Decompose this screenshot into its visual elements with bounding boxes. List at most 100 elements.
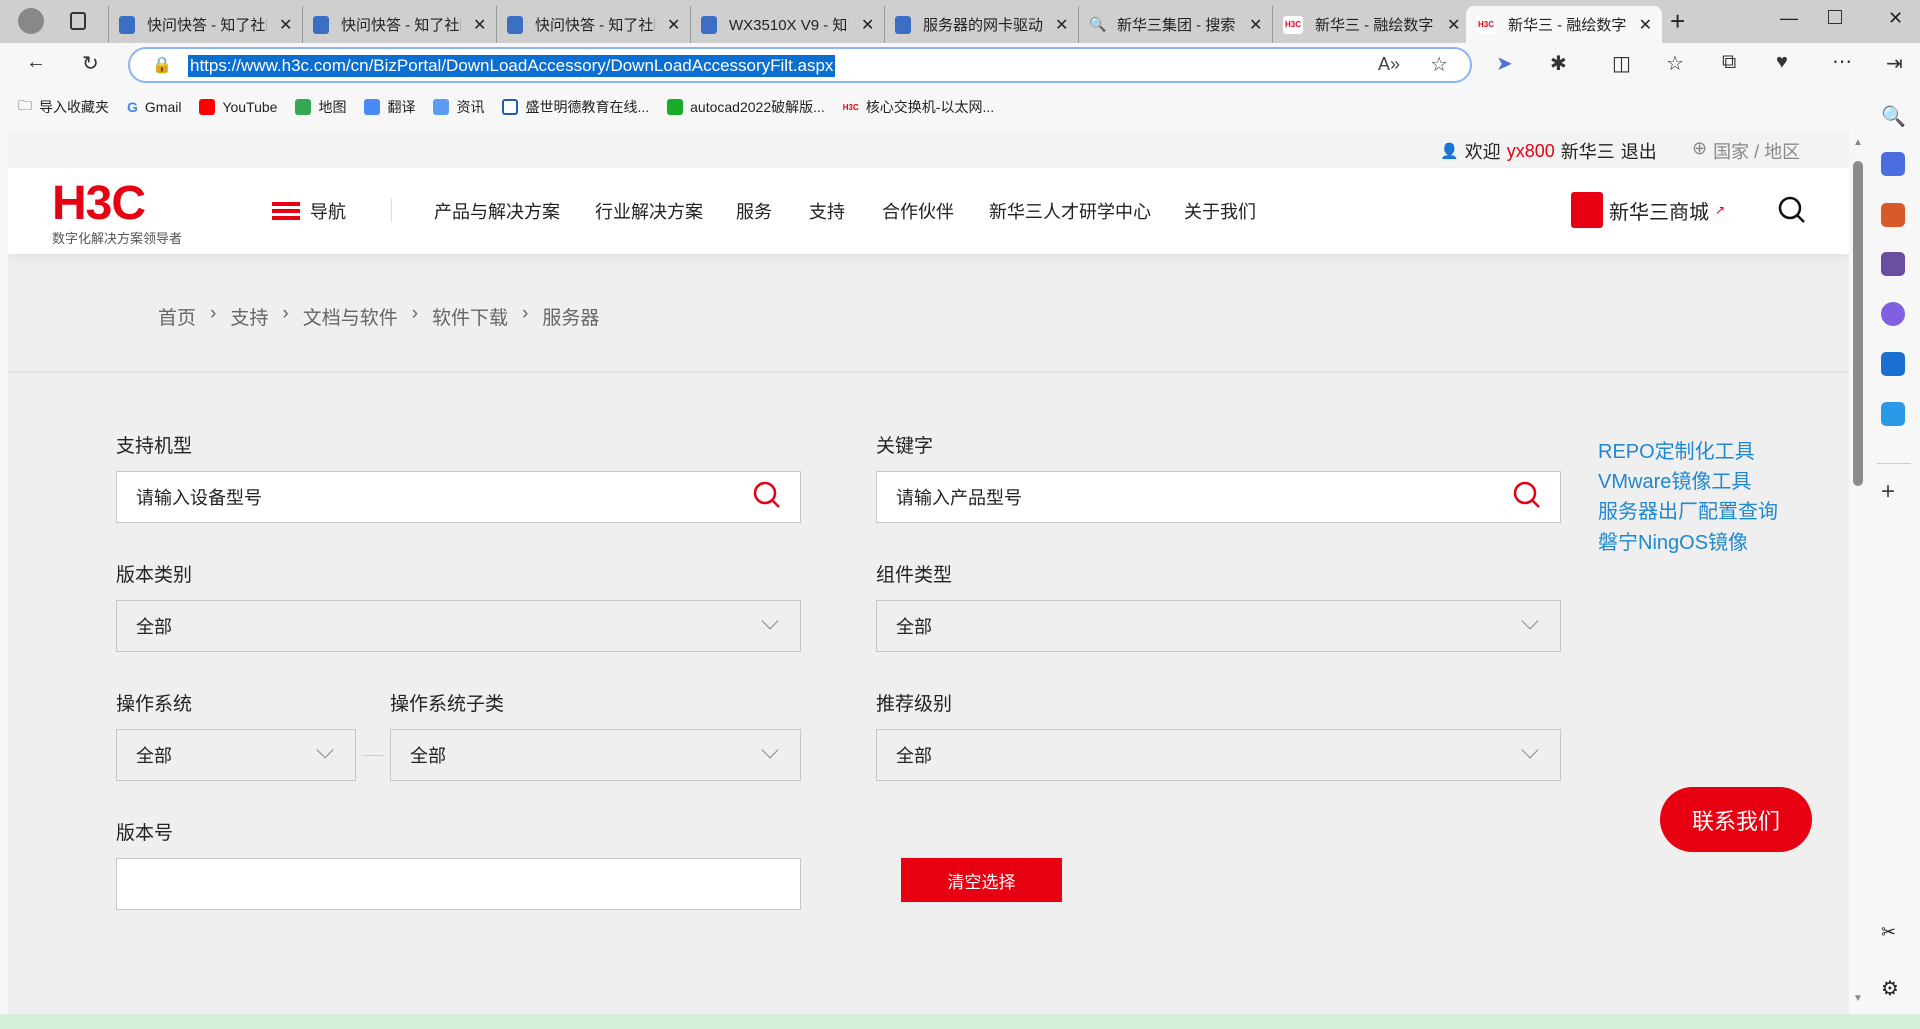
browser-tab[interactable]: 快问快答 - 知了社区✕	[108, 6, 302, 43]
tools-icon[interactable]	[1881, 203, 1905, 227]
scrollbar-thumb[interactable]	[1853, 161, 1863, 486]
url-text[interactable]: https://www.h3c.com/cn/BizPortal/DownLoa…	[188, 55, 836, 77]
restore-icon[interactable]	[1828, 10, 1842, 24]
browser-essentials-icon[interactable]: ♥	[1776, 51, 1788, 74]
nav-menu-button[interactable]: 导航	[272, 198, 346, 224]
browser-tab[interactable]: 🔍 新华三集团 - 搜索 ✕	[1078, 6, 1272, 43]
refresh-icon[interactable]: ↻	[82, 51, 99, 76]
close-icon[interactable]: ✕	[667, 15, 680, 35]
bookmark-news[interactable]: 资讯	[433, 97, 484, 117]
outlook-icon[interactable]	[1881, 352, 1905, 376]
model-search-input[interactable]: 请输入设备型号	[116, 471, 801, 523]
os-select[interactable]: 全部	[116, 729, 356, 781]
back-icon[interactable]: ←	[26, 51, 46, 74]
bookmark-import[interactable]: 🗀 导入收藏夹	[18, 95, 109, 119]
clear-selection-button[interactable]: 清空选择	[901, 858, 1062, 902]
crumb-home[interactable]: 首页	[158, 303, 196, 330]
mall-link[interactable]: 新华三商城 ↗	[1571, 192, 1725, 228]
search-icon[interactable]	[752, 480, 782, 510]
close-icon[interactable]: ✕	[473, 15, 486, 35]
crumb-support[interactable]: 支持	[230, 303, 268, 330]
split-screen-icon[interactable]: ◫	[1612, 51, 1631, 76]
shopping-bag-icon	[1571, 192, 1603, 228]
send-icon[interactable]	[1881, 402, 1905, 426]
browser-tab[interactable]: H3C 新华三 - 融绘数字 ✕	[1272, 6, 1470, 43]
search-icon[interactable]: 🔍	[1881, 104, 1906, 128]
copilot-icon[interactable]	[1881, 302, 1905, 326]
address-bar[interactable]: 🔒 https://www.h3c.com/cn/BizPortal/DownL…	[128, 47, 1472, 83]
page-scrollbar[interactable]: ▲ ▼	[1849, 131, 1867, 1014]
nav-partners[interactable]: 合作伙伴	[882, 198, 954, 224]
logout-link[interactable]: 退出	[1621, 138, 1657, 164]
bookmark-autocad[interactable]: autocad2022破解版...	[667, 97, 825, 117]
nav-industry[interactable]: 行业解决方案	[595, 198, 703, 224]
factory-config-link[interactable]: 服务器出厂配置查询	[1598, 495, 1778, 524]
browser-tab[interactable]: 快问快答 - 知了社区✕	[302, 6, 496, 43]
maps-icon	[295, 99, 312, 115]
browser-tab[interactable]: WX3510X V9 - 知了✕	[690, 6, 884, 43]
taskbar-strip	[0, 1014, 1920, 1029]
version-type-select[interactable]: 全部	[116, 600, 801, 652]
component-type-select[interactable]: 全部	[876, 600, 1561, 652]
bookmark-gmail[interactable]: G Gmail	[127, 99, 181, 115]
nav-support[interactable]: 支持	[809, 198, 845, 224]
nav-about[interactable]: 关于我们	[1184, 198, 1256, 224]
utility-bar: 👤 欢迎 yx800 新华三 退出 ⊕ 国家 / 地区	[8, 131, 1849, 168]
browser-tab[interactable]: 服务器的网卡驱动 ✕	[884, 6, 1078, 43]
close-icon[interactable]: ✕	[1447, 15, 1460, 35]
settings-gear-icon[interactable]: ⚙	[1881, 976, 1905, 1000]
nav-talent[interactable]: 新华三人才研学中心	[989, 198, 1151, 224]
more-icon[interactable]: ⋯	[1832, 49, 1852, 74]
scroll-down-icon[interactable]: ▼	[1853, 993, 1863, 1004]
collections-icon[interactable]: ⧉	[1722, 51, 1736, 74]
screenshot-icon[interactable]: ✂	[1881, 922, 1905, 946]
contact-us-button[interactable]: 联系我们	[1660, 787, 1812, 852]
close-icon[interactable]: ✕	[279, 15, 292, 35]
minimize-icon[interactable]: —	[1780, 8, 1798, 29]
bookmark-switch[interactable]: H3C 核心交换机-以太网...	[843, 97, 994, 117]
ningos-image-link[interactable]: 磐宁NingOS镜像	[1598, 526, 1748, 555]
bookmark-translate[interactable]: 翻译	[364, 97, 415, 117]
nav-service[interactable]: 服务	[736, 198, 772, 224]
repo-tool-link[interactable]: REPO定制化工具	[1598, 435, 1755, 464]
scroll-up-icon[interactable]: ▲	[1853, 137, 1863, 148]
games-icon[interactable]	[1881, 252, 1905, 276]
extension-bird-icon[interactable]: ➤	[1496, 51, 1513, 76]
sidebar-toggle-icon[interactable]: ⇥	[1886, 51, 1903, 76]
bookmark-edu[interactable]: 盛世明德教育在线...	[502, 97, 649, 117]
os-subclass-select[interactable]: 全部	[390, 729, 801, 781]
search-icon[interactable]	[1512, 480, 1542, 510]
crumb-docs[interactable]: 文档与软件	[303, 303, 398, 330]
close-icon[interactable]: ✕	[861, 15, 874, 35]
new-tab-icon[interactable]: +	[1670, 6, 1685, 37]
tab-actions-icon[interactable]	[70, 12, 86, 30]
favorite-star-icon[interactable]: ☆	[1430, 52, 1448, 77]
add-icon[interactable]: +	[1881, 478, 1905, 505]
divider	[8, 371, 1849, 373]
shopping-tag-icon[interactable]	[1881, 152, 1905, 176]
crumb-download[interactable]: 软件下载	[432, 303, 508, 330]
profile-avatar[interactable]	[18, 8, 44, 34]
username[interactable]: yx800	[1507, 141, 1555, 162]
h3c-logo[interactable]: H3C	[52, 176, 146, 231]
version-number-input[interactable]	[116, 858, 801, 910]
edu-icon	[502, 99, 519, 115]
close-icon[interactable]: ✕	[1639, 15, 1652, 35]
bookmark-maps[interactable]: 地图	[295, 97, 346, 117]
favorites-icon[interactable]: ☆	[1666, 51, 1684, 76]
keyword-search-input[interactable]: 请输入产品型号	[876, 471, 1561, 523]
chevron-down-icon	[761, 612, 779, 630]
nav-products[interactable]: 产品与解决方案	[434, 198, 560, 224]
region-selector[interactable]: ⊕ 国家 / 地区	[1692, 138, 1800, 164]
search-icon[interactable]	[1778, 196, 1806, 224]
close-window-icon[interactable]: ✕	[1888, 8, 1903, 29]
bookmark-youtube[interactable]: YouTube	[199, 99, 277, 115]
browser-tab-active[interactable]: H3C 新华三 - 融绘数字 ✕	[1466, 6, 1662, 43]
close-icon[interactable]: ✕	[1055, 15, 1068, 35]
extensions-icon[interactable]: ✱	[1550, 51, 1567, 76]
close-icon[interactable]: ✕	[1249, 15, 1262, 35]
read-aloud-icon[interactable]: A»	[1378, 54, 1400, 75]
browser-tab[interactable]: 快问快答 - 知了社区✕	[496, 6, 690, 43]
recommend-level-select[interactable]: 全部	[876, 729, 1561, 781]
vmware-image-link[interactable]: VMware镜像工具	[1598, 465, 1751, 494]
